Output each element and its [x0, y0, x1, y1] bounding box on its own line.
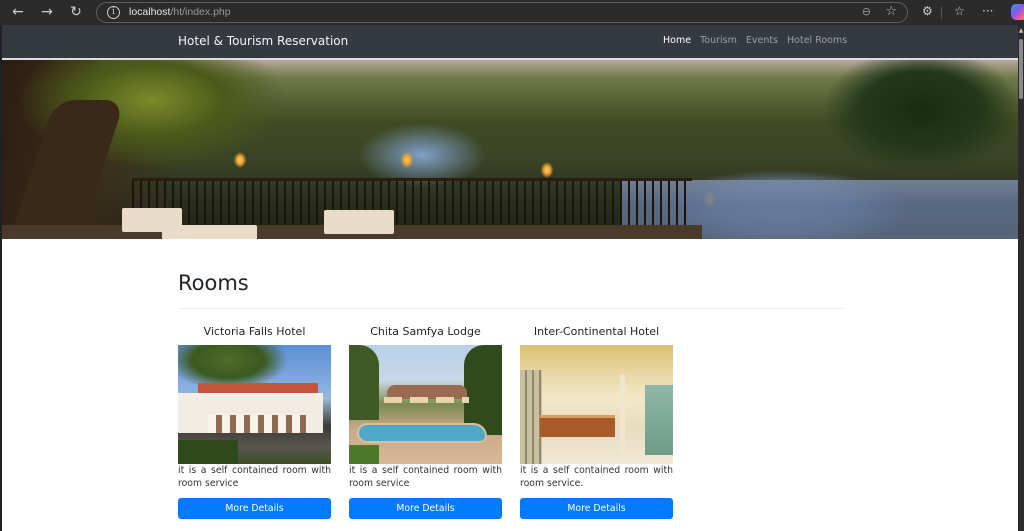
more-details-button[interactable]: More Details — [520, 498, 673, 519]
room-card: Inter-Continental Hotel it is a self con… — [520, 325, 673, 519]
hero-canopy — [822, 60, 1018, 190]
favorite-star-icon[interactable]: ☆ — [885, 4, 897, 19]
photo-lawn — [178, 440, 238, 464]
room-description: it is a self contained room with room se… — [520, 465, 673, 489]
room-name: Inter-Continental Hotel — [533, 325, 660, 338]
room-description: it is a self contained room with room se… — [349, 465, 502, 489]
hero-railing — [132, 178, 692, 228]
photo-trees — [464, 345, 502, 435]
zoom-icon[interactable]: ⊖ — [862, 5, 871, 18]
site-navbar: Hotel & Tourism Reservation Home Tourism… — [2, 25, 1018, 58]
photo-glass-wall — [645, 385, 673, 455]
url-path: /ht/index.php — [170, 6, 231, 18]
room-photo — [520, 345, 673, 464]
hero-dining-table — [162, 225, 257, 239]
scrollbar-thumb[interactable] — [1019, 39, 1023, 99]
room-photo — [178, 345, 331, 464]
nav-link-events[interactable]: Events — [746, 35, 778, 46]
room-description: it is a self contained room with room se… — [178, 465, 331, 489]
photo-grass — [349, 445, 379, 464]
photo-building — [178, 393, 323, 433]
more-details-button[interactable]: More Details — [178, 498, 331, 519]
nav-link-hotel-rooms[interactable]: Hotel Rooms — [787, 35, 847, 46]
url-text[interactable]: localhost/ht/index.php — [129, 6, 231, 18]
more-details-button[interactable]: More Details — [349, 498, 502, 519]
nav-link-tourism[interactable]: Tourism — [700, 35, 737, 46]
page-viewport: Hotel & Tourism Reservation Home Tourism… — [2, 25, 1018, 531]
photo-reception-desk — [540, 415, 615, 437]
forward-icon[interactable]: → — [38, 3, 56, 21]
more-menu-icon[interactable]: ··· — [982, 4, 993, 18]
copilot-icon[interactable] — [1011, 4, 1024, 20]
photo-pillar — [620, 375, 625, 455]
heading-divider — [178, 308, 844, 309]
room-card: Victoria Falls Hotel it is a self contai… — [178, 325, 331, 519]
toolbar-divider — [941, 7, 942, 19]
brand-title[interactable]: Hotel & Tourism Reservation — [178, 34, 348, 48]
photo-trees — [349, 345, 379, 420]
url-host: localhost — [129, 6, 171, 18]
hero-banner-image — [2, 58, 1018, 239]
browser-toolbar: ← → ↻ i localhost/ht/index.php ⊖ ☆ ⚙ ☆ ·… — [0, 0, 1024, 25]
rooms-heading: Rooms — [178, 271, 249, 295]
photo-umbrellas — [384, 397, 469, 403]
hero-dining-table — [324, 210, 394, 234]
site-info-icon[interactable]: i — [107, 6, 120, 19]
page-scrollbar[interactable]: ▲ — [1018, 25, 1024, 531]
photo-roof — [198, 383, 318, 393]
favorites-list-icon[interactable]: ☆ — [954, 4, 965, 18]
scroll-up-arrow-icon[interactable]: ▲ — [1018, 27, 1024, 34]
reload-icon[interactable]: ↻ — [67, 3, 85, 21]
room-photo — [349, 345, 502, 464]
address-bar[interactable]: i localhost/ht/index.php ⊖ ☆ — [96, 2, 908, 23]
back-icon[interactable]: ← — [9, 3, 27, 21]
room-name: Chita Samfya Lodge — [370, 325, 481, 338]
extensions-icon[interactable]: ⚙ — [922, 4, 933, 18]
photo-pool — [357, 423, 487, 443]
room-name: Victoria Falls Hotel — [203, 325, 306, 338]
nav-link-home[interactable]: Home — [663, 35, 691, 46]
room-card: Chita Samfya Lodge it is a self containe… — [349, 325, 502, 519]
nav-links: Home Tourism Events Hotel Rooms — [663, 35, 847, 46]
photo-wall — [520, 370, 542, 464]
